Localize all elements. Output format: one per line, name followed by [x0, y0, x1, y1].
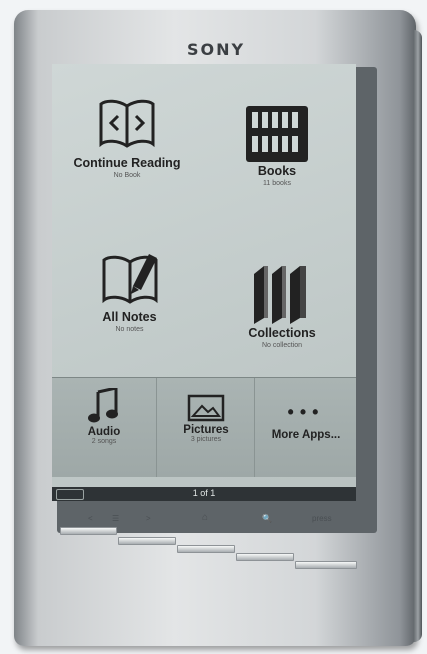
hw-button-2[interactable] — [118, 537, 176, 545]
notes-pen-icon — [72, 248, 187, 310]
continue-reading-sub: No Book — [113, 172, 141, 179]
menu-button[interactable]: ☰ — [112, 514, 119, 523]
zoom-button[interactable]: 🔍 — [262, 514, 272, 523]
home-button[interactable]: ⌂ — [202, 512, 208, 523]
audio-sub: 2 songs — [91, 438, 117, 445]
more-dots-icon: ••• — [287, 402, 325, 422]
power-label: press — [312, 514, 332, 523]
hw-button-3[interactable] — [177, 545, 235, 553]
hw-button-4[interactable] — [236, 553, 294, 561]
bookshelf-icon — [222, 102, 332, 164]
next-page-button[interactable]: > — [146, 514, 151, 523]
audio-label: Audio — [87, 426, 121, 438]
collections-label: Collections — [248, 326, 316, 340]
books-sub: 11 books — [263, 180, 291, 187]
status-bar: 1 of 1 — [52, 487, 356, 501]
page-indicator: 1 of 1 — [192, 488, 216, 498]
books-tile[interactable]: Books 11 books — [222, 102, 332, 187]
pictures-sub: 3 pictures — [190, 436, 222, 443]
more-apps-tile[interactable]: ••• More Apps... — [254, 378, 356, 477]
collections-tile[interactable]: Collections No collection — [226, 262, 338, 349]
battery-icon — [56, 489, 84, 500]
home-screen: Continue Reading No Book Books 11 books — [52, 64, 356, 487]
hw-button-1[interactable] — [60, 527, 117, 535]
continue-reading-tile[interactable]: Continue Reading No Book — [62, 94, 192, 179]
hardware-button-strip — [60, 527, 360, 579]
hw-button-5[interactable] — [295, 561, 357, 569]
music-note-icon — [52, 388, 156, 424]
all-notes-tile[interactable]: All Notes No notes — [72, 248, 187, 333]
open-book-code-icon — [62, 94, 192, 156]
collections-sub: No collection — [261, 342, 303, 349]
prev-page-button[interactable]: < — [88, 514, 93, 523]
all-notes-label: All Notes — [102, 310, 157, 324]
audio-tile[interactable]: Audio 2 songs — [52, 378, 156, 477]
collections-icon — [226, 262, 338, 326]
bottom-app-row: Audio 2 songs Pictures 3 pictures ••• Mo… — [52, 377, 356, 477]
pictures-label: Pictures — [183, 424, 229, 436]
continue-reading-label: Continue Reading — [73, 156, 181, 170]
books-label: Books — [257, 164, 297, 178]
picture-icon — [157, 394, 255, 422]
brand-logo: SONY — [186, 40, 246, 59]
more-apps-label: More Apps... — [271, 429, 341, 441]
all-notes-sub: No notes — [115, 326, 144, 333]
pictures-tile[interactable]: Pictures 3 pictures — [156, 378, 255, 477]
